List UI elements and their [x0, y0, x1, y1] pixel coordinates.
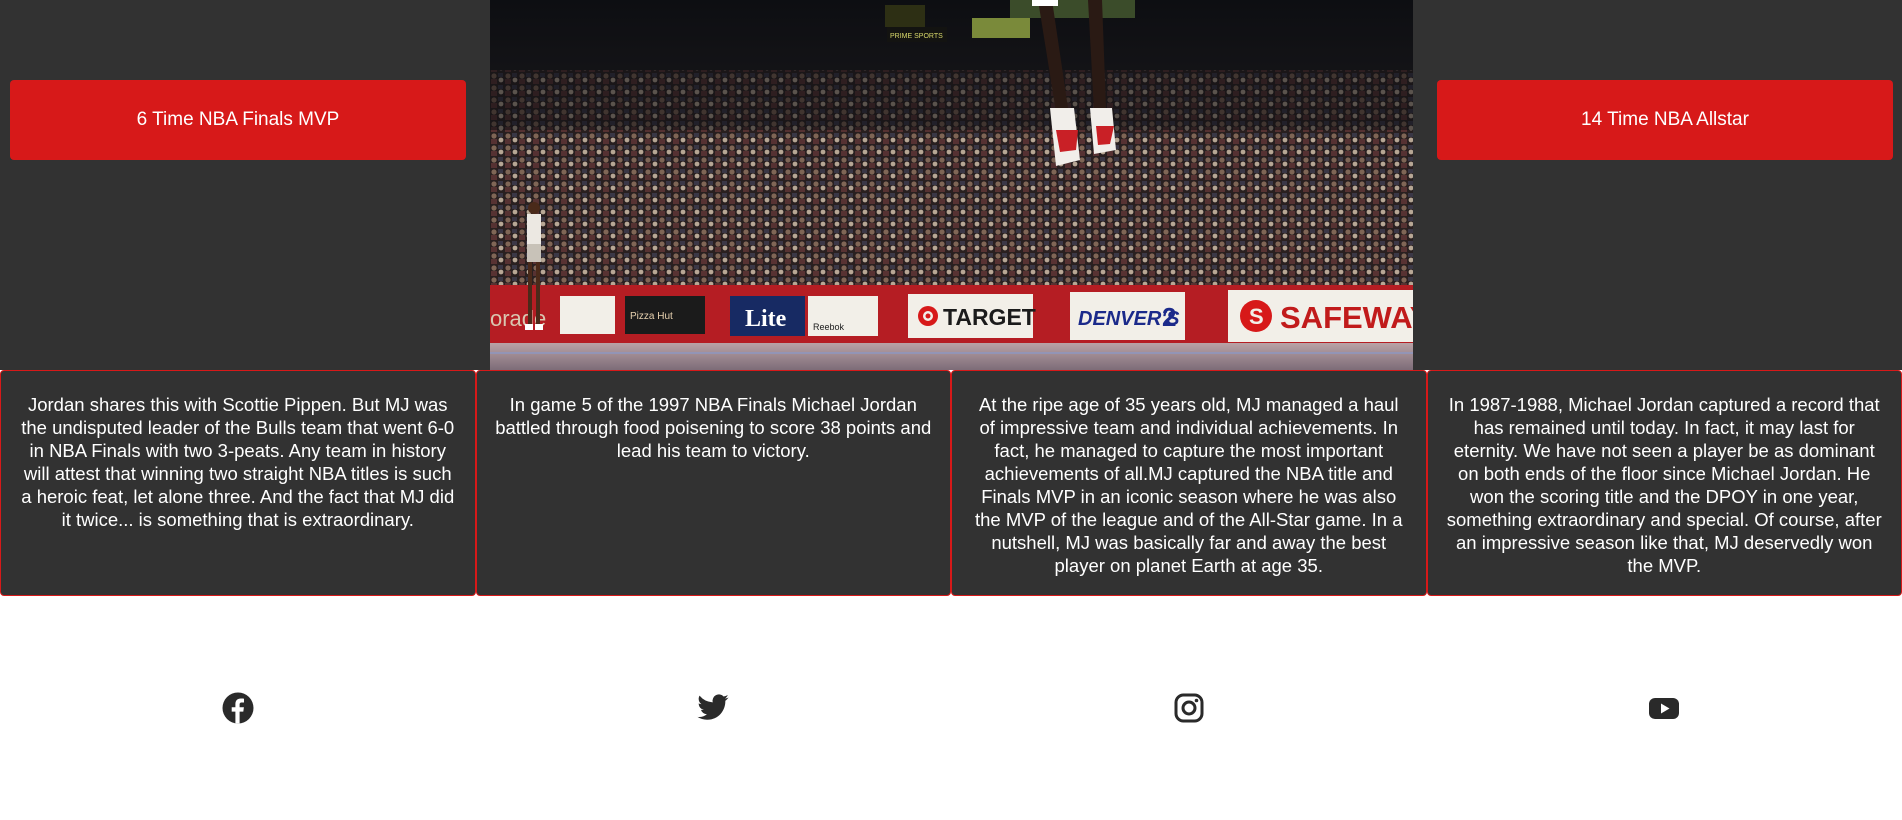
svg-text:2: 2 [1162, 302, 1176, 332]
svg-text:Reebok: Reebok [813, 322, 845, 332]
facebook-icon [222, 692, 254, 724]
svg-text:S: S [1249, 304, 1264, 329]
card-finals-mvp: Jordan shares this with Scottie Pippen. … [0, 370, 476, 596]
svg-text:Lite: Lite [745, 306, 787, 332]
card-flu-game: In game 5 of the 1997 NBA Finals Michael… [475, 370, 951, 596]
achievement-cards: Jordan shares this with Scottie Pippen. … [0, 370, 1902, 596]
twitter-icon [697, 694, 729, 720]
youtube-icon [1649, 698, 1680, 719]
instagram-icon [1174, 693, 1204, 723]
finals-mvp-button[interactable]: 6 Time NBA Finals MVP [10, 80, 466, 160]
svg-text:SAFEWAY: SAFEWAY [1280, 300, 1413, 335]
youtube-link[interactable] [1647, 691, 1681, 725]
svg-text:Pizza Hut: Pizza Hut [630, 311, 673, 322]
hero-photo: PRIME SPORTS Pizza Hut Lite Reebok TARGE… [490, 0, 1413, 370]
hero-section: 6 Time NBA Finals MVP PRIME SPORTS Pizza… [0, 0, 1902, 370]
card-age-35: At the ripe age of 35 years old, MJ mana… [951, 370, 1427, 596]
card-1988-season: In 1987-1988, Michael Jordan captured a … [1426, 370, 1902, 596]
allstar-button[interactable]: 14 Time NBA Allstar [1437, 80, 1893, 160]
svg-text:TARGET: TARGET [943, 304, 1036, 330]
facebook-link[interactable] [221, 691, 255, 725]
social-links [0, 596, 1902, 820]
prime-sports-sign: PRIME SPORTS [890, 33, 943, 40]
twitter-link[interactable] [696, 691, 730, 725]
instagram-link[interactable] [1172, 691, 1206, 725]
